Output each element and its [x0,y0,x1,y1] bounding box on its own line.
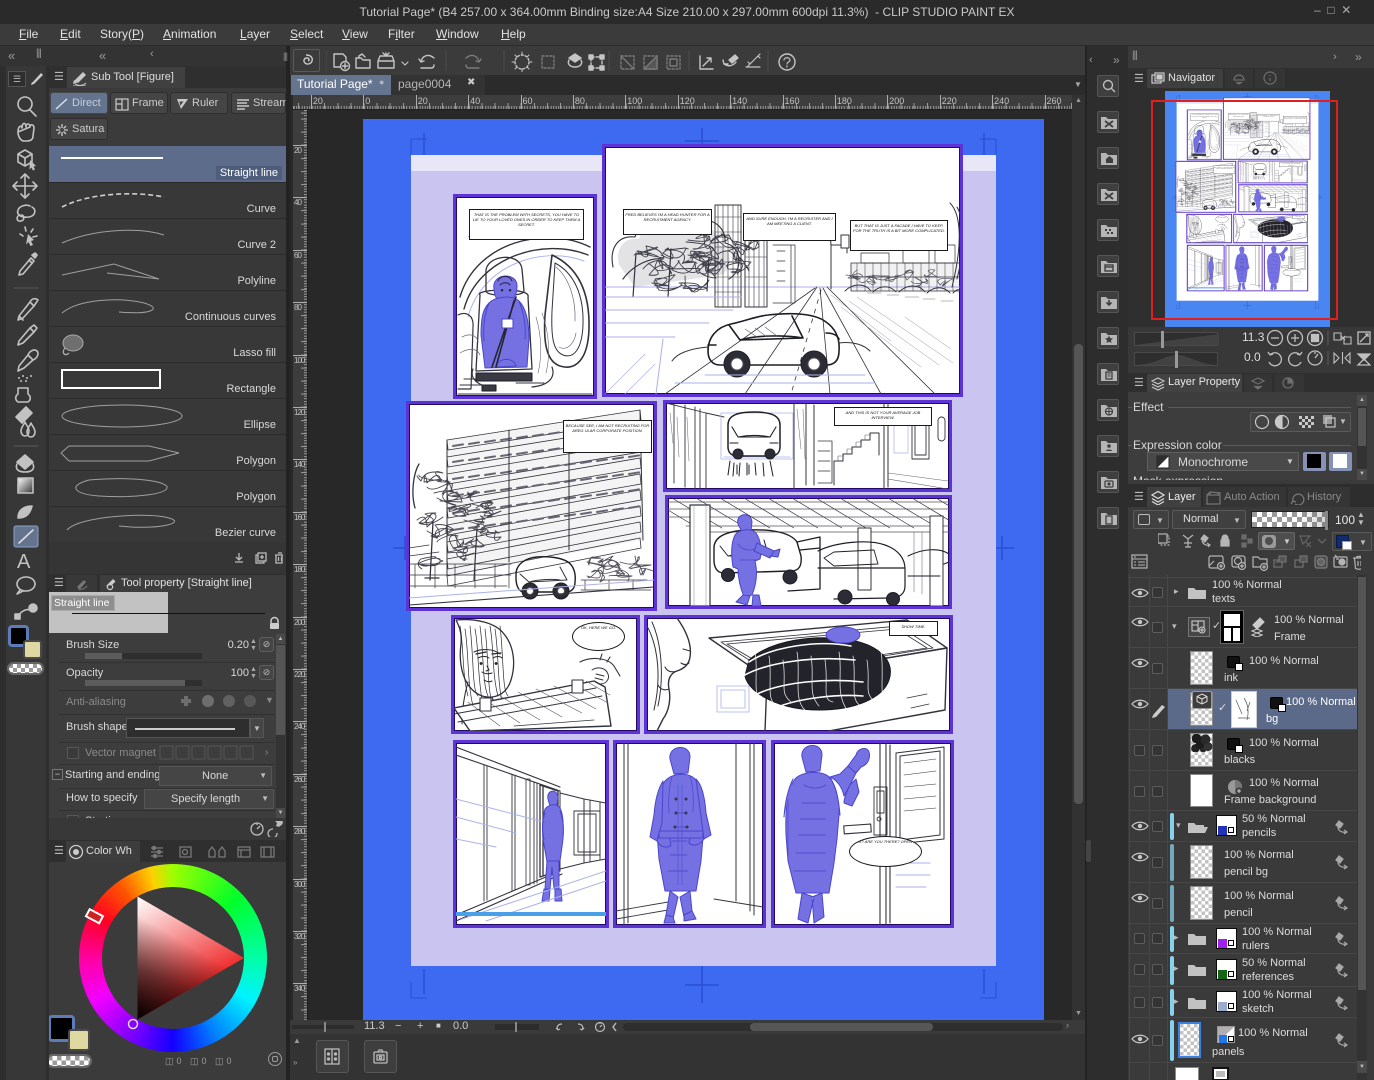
svg-text:A: A [17,551,31,573]
